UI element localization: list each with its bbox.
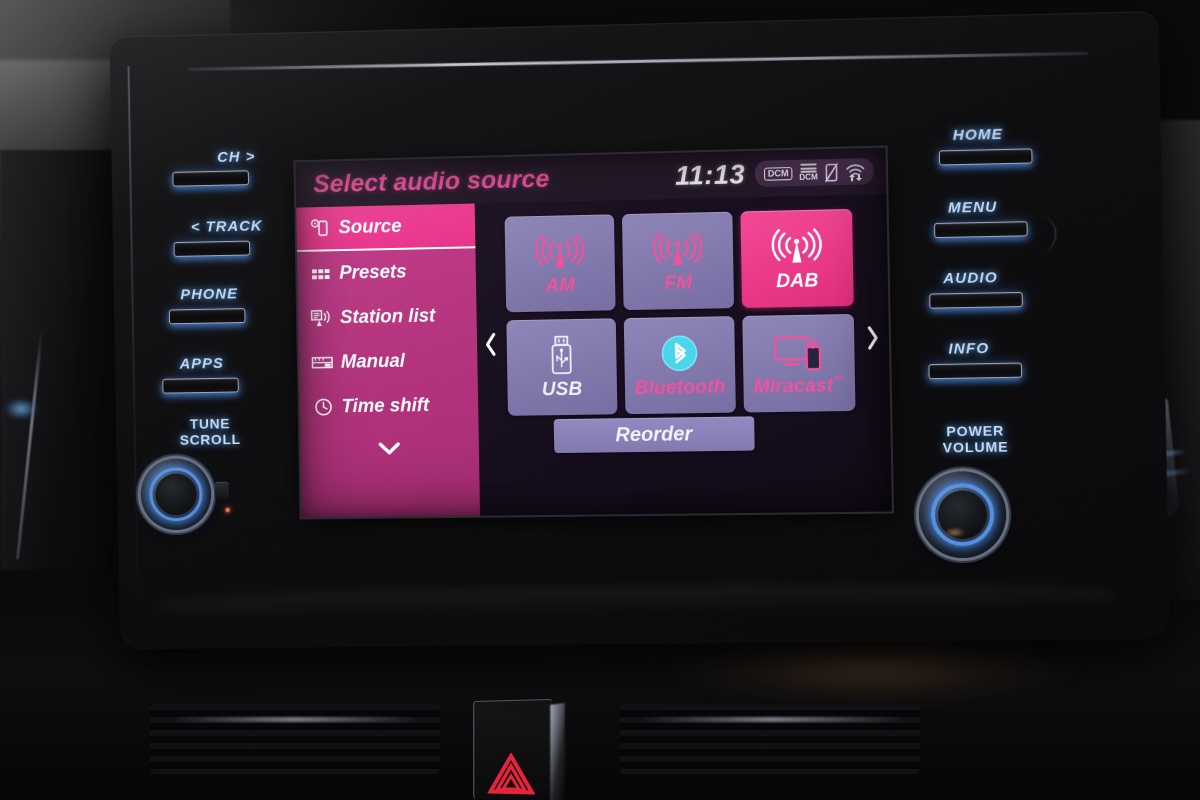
source-tile-am[interactable]: AM	[504, 214, 616, 313]
sidebar-item-label: Presets	[339, 261, 407, 284]
source-tile-fm[interactable]: FM	[621, 211, 735, 311]
status-bar-right: 11:13 DCM DCM	[675, 155, 874, 191]
bezel-dimple	[1029, 215, 1057, 253]
source-tile-bluetooth[interactable]: Bluetooth	[623, 316, 736, 415]
source-tiles-grid: AM FM DAB USB Bluetooth Miracast™	[504, 208, 856, 416]
hazard-warning-button[interactable]	[473, 698, 565, 800]
clock-icon	[312, 397, 334, 417]
home-button[interactable]	[938, 148, 1033, 166]
touchscreen-display[interactable]: Select audio source 11:13 DCM DCM Source…	[295, 147, 892, 518]
clock: 11:13	[674, 158, 746, 191]
apps-label: APPS	[179, 355, 225, 373]
source-tile-usb[interactable]: USB	[506, 318, 618, 416]
usb-stick-icon	[547, 335, 576, 375]
info-button[interactable]	[928, 362, 1023, 380]
audio-menu-sidebar: Source Presets Station list Manual Time …	[296, 203, 481, 518]
aux-input-nub	[214, 481, 229, 500]
power-volume-label: POWER VOLUME	[919, 422, 1031, 456]
phone-label: PHONE	[180, 285, 239, 304]
reorder-button[interactable]: Reorder	[553, 416, 755, 454]
audio-label: AUDIO	[942, 269, 998, 288]
info-label: INFO	[948, 339, 990, 358]
channel-up-label: CH >	[217, 148, 256, 166]
source-tile-label: USB	[541, 378, 583, 401]
power-volume-knob[interactable]	[918, 470, 1007, 559]
power-volume-line2: VOLUME	[942, 438, 1009, 456]
radio-antenna-icon	[533, 231, 587, 272]
tune-scroll-label: TUNE SCROLL	[163, 415, 258, 448]
tune-scroll-line1: TUNE	[189, 415, 231, 432]
track-prev-button[interactable]	[173, 240, 251, 257]
manual-tuner-icon	[311, 353, 333, 373]
sidebar-scroll-down-button[interactable]	[300, 427, 479, 469]
source-tile-label: Miracast™	[753, 374, 845, 398]
station-list-icon	[311, 308, 333, 328]
audio-button[interactable]	[929, 291, 1023, 309]
chevron-down-icon	[376, 441, 402, 456]
car-infotainment-photo: Select audio source 11:13 DCM DCM Source…	[0, 0, 1200, 800]
status-icon-tray: DCM DCM	[754, 157, 874, 188]
next-page-button[interactable]	[860, 319, 885, 356]
phone-button[interactable]	[168, 308, 246, 325]
air-vent-right-shine	[640, 717, 905, 722]
source-tile-label: AM	[545, 275, 576, 297]
dashboard-left-blue-reflection	[4, 398, 38, 420]
radio-antenna-icon	[650, 228, 705, 269]
hazard-triangle-icon	[488, 753, 535, 796]
air-vent-left-shine	[170, 717, 420, 722]
sidebar-item-label: Station list	[339, 305, 436, 328]
wifi-transfer-icon	[845, 162, 866, 182]
dcm-box-icon: DCM	[764, 166, 793, 181]
indicator-led	[225, 507, 231, 513]
signal-bars-label: DCM	[799, 172, 818, 182]
tune-scroll-knob[interactable]	[140, 458, 212, 531]
prev-page-button[interactable]	[479, 326, 503, 362]
radio-antenna-icon	[769, 226, 824, 267]
source-tile-label: DAB	[775, 270, 819, 293]
chevron-left-icon	[484, 331, 498, 357]
chevron-right-icon	[865, 325, 880, 352]
bezel-left-edge-highlight	[127, 66, 140, 620]
menu-label: MENU	[947, 198, 998, 217]
head-unit-bezel: Select audio source 11:13 DCM DCM Source…	[109, 10, 1170, 650]
sidebar-item-source[interactable]: Source	[296, 203, 476, 253]
source-tile-miracast[interactable]: Miracast™	[742, 313, 856, 413]
source-icon	[309, 218, 331, 238]
sidebar-item-label: Source	[338, 215, 402, 238]
home-label: HOME	[952, 125, 1004, 145]
air-vent-right	[620, 704, 920, 774]
track-prev-label: < TRACK	[190, 217, 263, 236]
channel-up-button[interactable]	[172, 170, 250, 187]
sidebar-item-station-list[interactable]: Station list	[298, 293, 477, 341]
sidebar-item-time-shift[interactable]: Time shift	[299, 382, 478, 429]
sidebar-item-presets[interactable]: Presets	[297, 248, 476, 296]
source-tile-dab[interactable]: DAB	[740, 208, 854, 308]
dashboard-left-panel	[0, 150, 120, 570]
bezel-bottom-shine	[158, 580, 1118, 622]
signal-bars-icon: DCM	[799, 163, 818, 182]
console-warm-reflection	[660, 635, 1080, 705]
sidebar-item-manual[interactable]: Manual	[299, 338, 478, 386]
sidebar-item-label: Manual	[340, 350, 406, 373]
sidebar-item-label: Time shift	[341, 394, 430, 417]
air-vent-left	[150, 704, 440, 774]
power-volume-line1: POWER	[946, 422, 1005, 440]
phone-off-icon	[825, 162, 839, 181]
source-tile-label: FM	[664, 272, 693, 295]
menu-button[interactable]	[934, 221, 1028, 239]
miracast-cast-icon	[773, 330, 824, 371]
source-tile-label: Bluetooth	[634, 376, 726, 400]
bezel-top-chrome-strip	[188, 51, 1088, 71]
bluetooth-icon	[659, 333, 700, 374]
hazard-button-edge-shine	[550, 702, 565, 800]
screen-content: Select audio source 11:13 DCM DCM Source…	[295, 147, 892, 518]
signal-bars-glyph	[800, 163, 817, 173]
presets-grid-icon	[310, 264, 332, 284]
apps-button[interactable]	[162, 377, 239, 394]
tune-scroll-line2: SCROLL	[179, 431, 241, 448]
source-tile-area: AM FM DAB USB Bluetooth Miracast™ Reorde…	[475, 194, 892, 516]
page-title: Select audio source	[313, 164, 550, 198]
